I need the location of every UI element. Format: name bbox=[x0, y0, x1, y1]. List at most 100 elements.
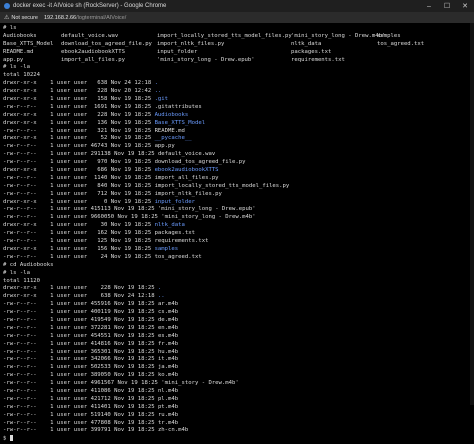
file-name: .. bbox=[157, 293, 165, 300]
command-line: # ls -la bbox=[3, 269, 30, 276]
file-name: ebook2audiobookXTTS bbox=[154, 167, 219, 174]
security-status[interactable]: Not secure bbox=[11, 15, 38, 21]
ls-listing: Audiobooks default_voice.wav import_locall… bbox=[3, 33, 471, 65]
scrollbar[interactable] bbox=[470, 23, 474, 405]
file-row: -rw-r--r-- 1 user user 454551 Nov 19 18:… bbox=[3, 333, 471, 341]
file-permissions: drwxr-xr-x bbox=[3, 119, 37, 126]
file-meta: 1 user user 228 Nov 19 18:25 bbox=[36, 285, 158, 292]
file-meta: 1 user user 399791 Nov 19 18:25 bbox=[36, 427, 158, 434]
file-name: .gitattributes bbox=[154, 103, 202, 110]
file-meta: 1 user user 638 Nov 24 12:18 bbox=[36, 293, 158, 300]
file-permissions: -rw-r--r-- bbox=[3, 190, 37, 197]
ls-row: Base_XTTS_Model download_tos_agreed_file.… bbox=[3, 41, 471, 49]
file-name: 'mini_story_long - Drew.m4b' bbox=[161, 214, 256, 221]
file-permissions: -rw-r--r-- bbox=[3, 309, 37, 316]
file-permissions: drwxr-xr-x bbox=[3, 111, 37, 118]
file-name: cs.m4b bbox=[157, 309, 179, 316]
file-permissions: -rw-r--r-- bbox=[3, 316, 37, 323]
file-meta: 1 user user 1140 Nov 19 18:25 bbox=[36, 174, 155, 181]
file-row: -rw-r--r-- 1 user user 970 Nov 19 18:25 … bbox=[3, 159, 471, 167]
file-meta: 1 user user 291138 Nov 19 18:25 bbox=[36, 151, 158, 158]
file-permissions: -rw-r--r-- bbox=[3, 151, 37, 158]
file-meta: 1 user user 712 Nov 19 18:25 bbox=[36, 190, 155, 197]
ls-entry bbox=[377, 57, 417, 65]
file-permissions: -rw-r--r-- bbox=[3, 364, 37, 371]
file-meta: 1 user user 414816 Nov 19 18:25 bbox=[36, 340, 158, 347]
file-meta: 1 user user 136 Nov 19 18:25 bbox=[36, 119, 155, 126]
file-row: -rw-r--r-- 1 user user 712 Nov 19 18:25 … bbox=[3, 191, 471, 199]
file-row: -rw-r--r-- 1 user user 1691 Nov 19 18:25… bbox=[3, 104, 471, 112]
file-permissions: drwxr-xr-x bbox=[3, 293, 37, 300]
file-permissions: drwxr-xr-x bbox=[3, 285, 37, 292]
close-button[interactable]: ✕ bbox=[456, 0, 474, 12]
file-name: 'mini_story_long - Drew.epub' bbox=[157, 206, 256, 213]
window-titlebar: docker exec -it AIVoice sh (RockServer) … bbox=[0, 0, 474, 12]
file-meta: 1 user user 125 Nov 19 18:25 bbox=[36, 238, 155, 245]
file-meta: 1 user user 400119 Nov 19 18:25 bbox=[36, 309, 158, 316]
file-meta: 1 user user 419549 Nov 19 18:25 bbox=[36, 316, 158, 323]
maximize-button[interactable]: ☐ bbox=[438, 0, 456, 12]
ls-entry: tos_agreed.txt bbox=[377, 40, 425, 47]
file-name: 'mini_story - Drew.m4b' bbox=[161, 380, 239, 387]
ls-entry: Base_XTTS_Model bbox=[3, 40, 54, 47]
url-host: 192.168.2.66 bbox=[44, 14, 77, 21]
file-meta: 1 user user 158 Nov 19 18:25 bbox=[36, 96, 155, 103]
file-name: app.py bbox=[154, 143, 175, 150]
ls-entry bbox=[377, 49, 417, 57]
ls-entry: download_tos_agreed_file.py bbox=[61, 40, 152, 47]
file-row: drwxr-xr-x 1 user user 0 Nov 19 18:25 in… bbox=[3, 199, 471, 207]
file-row: -rw-r--r-- 1 user user 414816 Nov 19 18:… bbox=[3, 341, 471, 349]
file-row: drwxr-xr-x 1 user user 228 Nov 19 18:25 … bbox=[3, 285, 471, 293]
file-row: drwxr-xr-x 1 user user 686 Nov 19 18:25 … bbox=[3, 167, 471, 175]
file-row: -rw-r--r-- 1 user user 46743 Nov 19 18:2… bbox=[3, 143, 471, 151]
ls-entry: packages.txt bbox=[291, 48, 332, 55]
file-row: -rw-r--r-- 1 user user 125 Nov 19 18:25 … bbox=[3, 238, 471, 246]
long-listing: drwxr-xr-x 1 user user 228 Nov 19 18:25 … bbox=[3, 285, 471, 435]
file-permissions: -rw-r--r-- bbox=[3, 182, 37, 189]
address-bar[interactable]: ⚠ Not secure 192.168.2.66 /logterminal/A… bbox=[0, 12, 474, 23]
file-meta: 1 user user 342066 Nov 19 18:25 bbox=[36, 356, 158, 363]
chrome-icon bbox=[4, 3, 10, 9]
ls-entry: import_nltk_files.py bbox=[157, 40, 225, 47]
file-row: drwxr-xr-x 1 user user 638 Nov 24 12:18 … bbox=[3, 80, 471, 88]
file-meta: 1 user user 156 Nov 19 18:25 bbox=[36, 245, 155, 252]
ls-row: README.md ebook2audiobookXTTS input_folder… bbox=[3, 49, 471, 57]
file-permissions: -rw-r--r-- bbox=[3, 332, 37, 339]
prompt-line[interactable]: $ bbox=[3, 435, 471, 443]
ls-row: app.py import_all_files.py 'mini_story_lon… bbox=[3, 57, 471, 65]
file-meta: 1 user user 30 Nov 19 18:25 bbox=[36, 222, 155, 229]
file-meta: 1 user user 454551 Nov 19 18:25 bbox=[36, 332, 158, 339]
file-permissions: -rw-r--r-- bbox=[3, 395, 37, 402]
ls-row: Audiobooks default_voice.wav import_locall… bbox=[3, 33, 471, 41]
file-meta: 1 user user 365301 Nov 19 18:25 bbox=[36, 348, 158, 355]
file-name: requirements.txt bbox=[154, 238, 209, 245]
ls-entry: 'mini_story_long - Drew.epub' bbox=[157, 56, 255, 63]
file-name: __pycache__ bbox=[154, 135, 192, 142]
file-row: -rw-r--r-- 1 user user 291138 Nov 19 18:… bbox=[3, 151, 471, 159]
file-meta: 1 user user 840 Nov 19 18:25 bbox=[36, 182, 155, 189]
file-name: . bbox=[154, 80, 158, 87]
file-row: -rw-r--r-- 1 user user 415113 Nov 19 18:… bbox=[3, 206, 471, 214]
minimize-button[interactable]: – bbox=[420, 0, 438, 12]
file-permissions: drwxr-xr-x bbox=[3, 222, 37, 229]
file-row: -rw-r--r-- 1 user user 519140 Nov 19 18:… bbox=[3, 412, 471, 420]
text-cursor bbox=[9, 435, 13, 442]
file-row: -rw-r--r-- 1 user user 321 Nov 19 18:25 … bbox=[3, 128, 471, 136]
file-meta: 1 user user 4961567 Nov 19 18:25 bbox=[36, 380, 162, 387]
file-meta: 1 user user 24 Nov 19 18:25 bbox=[36, 253, 155, 260]
file-row: drwxr-xr-x 1 user user 52 Nov 19 18:25 _… bbox=[3, 135, 471, 143]
ls-entry: samples bbox=[377, 32, 401, 39]
file-row: -rw-r--r-- 1 user user 372281 Nov 19 18:… bbox=[3, 325, 471, 333]
file-permissions: -rw-r--r-- bbox=[3, 411, 37, 418]
warning-icon[interactable]: ⚠ bbox=[4, 14, 9, 21]
file-meta: 1 user user 421712 Nov 19 18:25 bbox=[36, 395, 158, 402]
ls-entry: nltk_data bbox=[291, 40, 322, 47]
file-permissions: drwxr-xr-x bbox=[3, 88, 37, 95]
file-permissions: -rw-r--r-- bbox=[3, 387, 37, 394]
file-row: -rw-r--r-- 1 user user 477808 Nov 19 18:… bbox=[3, 420, 471, 428]
terminal-output[interactable]: # ls Audiobooks default_voice.wav import_l… bbox=[0, 23, 474, 442]
file-name: ru.m4b bbox=[157, 411, 179, 418]
file-meta: 1 user user 0 Nov 19 18:25 bbox=[36, 198, 155, 205]
file-permissions: drwxr-xr-x bbox=[3, 198, 37, 205]
ls-entry: README.md bbox=[3, 48, 34, 55]
